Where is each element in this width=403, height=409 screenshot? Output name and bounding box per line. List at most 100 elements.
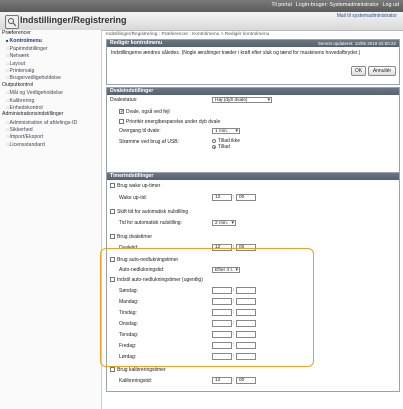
usb-allow-radio[interactable] [212,145,216,149]
wakeup-timer-checkbox[interactable] [110,183,115,188]
wake-on-error-checkbox[interactable]: ✓ [119,109,124,115]
top-links: Til portal Login-bruger: Systemadministra… [267,2,399,8]
thursday-hour-input[interactable] [212,331,232,338]
ok-button[interactable]: OK [351,66,366,76]
sleep-timer-checkbox[interactable] [110,234,115,239]
top-bar: Til portal Login-bruger: Systemadministra… [0,0,403,12]
wakeup-colon: : [233,194,235,200]
sunday-hour-input[interactable] [212,287,232,294]
sidebar-item-security[interactable]: Sikkerhed [0,126,101,133]
prioritize-label: Prioritér energibesparelse under dyb dva… [126,119,221,125]
saturday-minute-input[interactable] [236,353,256,360]
sidebar: Præferencer Kontrolmenu Papirindstilling… [0,30,102,409]
timer-panel-header: Timerindstillinger [107,173,399,180]
weekly-shutdown-label: Indstil auto-nedlukningstimer (ugentlig) [117,277,203,283]
usb-disallow-radio[interactable] [212,139,216,143]
sidebar-item-maintenance[interactable]: Mål og Vedligeholdelse [0,89,101,96]
sidebar-item-control-menu[interactable]: Kontrolmenu [0,37,101,44]
header: Indstillinger/Registrering Mail til syst… [0,12,403,31]
cancel-button[interactable]: Annullér [368,66,396,76]
wakeup-time-label: Wake up-tid: [119,195,147,201]
sidebar-item-license[interactable]: Licensstandard [0,141,101,148]
transition-select[interactable]: 1 min. [212,128,240,134]
calibration-minute-input[interactable]: 00 [236,377,256,384]
auto-reset-label: Skift tid for automatisk nulstilling [117,209,189,215]
sleep-panel-header: Dvaleindstillinger [107,88,399,95]
sidebar-item-layout[interactable]: Layout [0,60,101,67]
monday-colon: : [233,298,235,304]
friday-colon: : [233,342,235,348]
calibration-timer-checkbox[interactable] [110,367,115,372]
page-title: Indstillinger/Registrering [20,15,127,25]
day-label-friday: Fredag: [119,343,137,349]
auto-reset-select[interactable]: 2 min. [212,220,236,226]
sleep-colon: : [233,244,235,250]
sidebar-item-department-id[interactable]: Administration af afdelings-ID [0,119,101,126]
thursday-minute-input[interactable] [236,331,256,338]
edit-panel-header: Redigér kontrolmenu Senest opdateret: 10… [107,40,399,47]
auto-shutdown-select[interactable]: Efter 4 t. [212,267,240,273]
sidebar-item-import-export[interactable]: Import/Eksport [0,133,101,140]
tuesday-hour-input[interactable] [212,309,232,316]
sidebar-item-paper-settings[interactable]: Papirindstillinger [0,45,101,52]
sidebar-section-preferences[interactable]: Præferencer [0,30,101,37]
sidebar-section-output-control[interactable]: Outputkontrol [0,82,101,89]
sleep-hour-input[interactable]: 12 [212,244,232,251]
sidebar-item-printer-choice[interactable]: Printervalg [0,67,101,74]
auto-shutdown-checkbox[interactable] [110,257,115,262]
edit-panel: Redigér kontrolmenu Senest opdateret: 10… [106,39,400,85]
tuesday-minute-input[interactable] [236,309,256,316]
usb-allow-label: Tillad [218,144,230,150]
auto-shutdown-time-label: Auto-nedlukningstid: [119,267,165,273]
sidebar-section-admin-settings[interactable]: Administrationsindstillinger [0,111,101,118]
calibration-colon: : [233,377,235,383]
login-user-text: Login-bruger: Systemadministrator [295,2,379,8]
wednesday-minute-input[interactable] [236,320,256,327]
breadcrumb: Indstillinger/Registrering : Præferencer… [106,32,270,37]
calibration-hour-input[interactable]: 12 [212,377,232,384]
calibration-time-label: Kalibreringstid: [119,378,153,384]
sidebar-item-user-maintenance[interactable]: Brugervedligeholdelse [0,74,101,81]
day-label-saturday: Lørdag: [119,354,137,360]
sleep-status-select[interactable]: Høj (dyb dvale) [212,97,272,103]
day-label-wednesday: Onsdag: [119,321,138,327]
wakeup-hour-input[interactable]: 12 [212,194,232,201]
weekly-shutdown-checkbox[interactable] [110,277,115,282]
sleep-status-label: Dvalestatus: [110,97,138,103]
sidebar-item-calibration[interactable]: Kalibrering [0,97,101,104]
transition-label: Overgang til dvale: [119,128,161,134]
friday-hour-input[interactable] [212,342,232,349]
sunday-minute-input[interactable] [236,287,256,294]
tuesday-colon: : [233,309,235,315]
timer-panel: Timerindstillinger Brug wake up-timer Wa… [106,172,400,392]
monday-minute-input[interactable] [236,298,256,305]
calibration-timer-label: Brug kalibreringstimer [117,367,166,373]
saturday-colon: : [233,353,235,359]
notice-text: Indstillingerne ændres således. (Nogle æ… [111,50,361,56]
mail-admin-link[interactable]: Mail til systemadministrator [337,13,397,19]
auto-reset-checkbox[interactable] [110,209,115,214]
day-label-thursday: Torsdag: [119,332,139,338]
day-label-sunday: Søndag: [119,288,138,294]
day-label-tuesday: Tirsdag: [119,310,137,316]
wakeup-minute-input[interactable]: 00 [236,194,256,201]
monday-hour-input[interactable] [212,298,232,305]
prioritize-checkbox[interactable] [119,119,124,124]
settings-logo-icon [5,15,19,29]
usb-label: Strømme ved brug af USB: [119,139,180,145]
edit-panel-title: Redigér kontrolmenu [110,40,163,46]
saturday-hour-input[interactable] [212,353,232,360]
sleep-minute-input[interactable]: 00 [236,244,256,251]
wednesday-hour-input[interactable] [212,320,232,327]
last-updated: Senest opdateret: 10/05 2019 02:50:22 [317,41,396,46]
sidebar-item-network[interactable]: Netværk [0,52,101,59]
main-content: Indstillinger/Registrering : Præferencer… [104,30,403,409]
sunday-colon: : [233,287,235,293]
sidebar-item-device-control[interactable]: Enhedskontrol [0,104,101,111]
sleep-time-label: Dvaletid: [119,245,139,251]
wednesday-colon: : [233,320,235,326]
friday-minute-input[interactable] [236,342,256,349]
auto-shutdown-check-label: Brug auto-nedlukningstimer [117,257,179,263]
portal-link[interactable]: Til portal [271,2,291,8]
logout-link[interactable]: Log ud [383,2,400,8]
